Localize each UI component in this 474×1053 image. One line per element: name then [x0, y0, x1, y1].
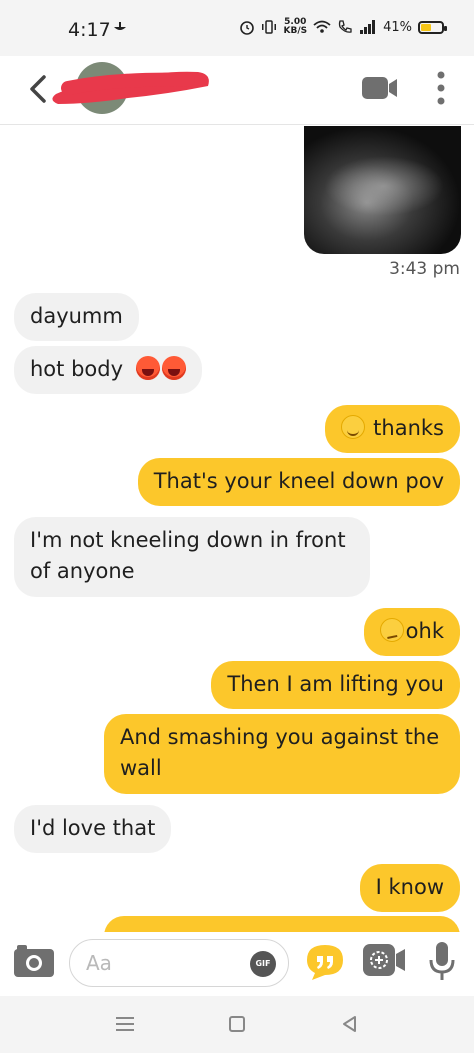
camera-icon[interactable]: [13, 942, 55, 978]
message-text: dayumm: [30, 304, 123, 328]
outgoing-message: That's your kneel down pov: [137, 458, 460, 506]
message-text: I know: [375, 875, 444, 899]
message-text: I'm not kneeling down in front: [30, 528, 346, 552]
outgoing-message: thanks: [325, 405, 460, 453]
incoming-message: I'm not kneeling down in front of anyone: [14, 517, 370, 597]
wifi-icon: [313, 20, 331, 33]
message-text: thanks: [373, 416, 444, 440]
hot-face-icon: [161, 356, 186, 380]
recent-apps-icon[interactable]: [116, 1016, 134, 1032]
vibrate-icon: [262, 20, 277, 34]
message-text: That's your kneel down pov: [153, 469, 444, 493]
back-nav-icon[interactable]: [341, 1015, 357, 1033]
more-options-icon[interactable]: [434, 70, 448, 106]
status-bar: 4:17 5.00 KB/S 41%: [0, 0, 474, 56]
message-input[interactable]: Aa GIF: [69, 939, 289, 987]
message-timestamp: 3:43 pm: [389, 259, 460, 279]
notification-icon: [114, 22, 126, 30]
video-message-icon[interactable]: [362, 942, 406, 978]
microphone-icon[interactable]: [428, 940, 456, 982]
hot-face-icon: [135, 356, 160, 380]
smirk-face-icon: [379, 618, 404, 642]
outgoing-message: Then I am lifting you: [211, 661, 460, 709]
message-text: Then I am lifting you: [227, 672, 444, 696]
message-composer: Aa GIF: [0, 932, 474, 996]
outgoing-message: I know: [359, 864, 460, 912]
message-text: I'd love that: [30, 816, 156, 840]
incoming-message: dayumm: [14, 293, 139, 341]
chat-header: [0, 56, 474, 125]
battery-percent: 41%: [383, 19, 412, 35]
network-speed-unit: KB/S: [283, 26, 308, 36]
outgoing-message: ohk: [363, 608, 460, 656]
message-text: ohk: [405, 619, 444, 643]
quote-icon[interactable]: [304, 942, 346, 982]
message-text: of anyone: [30, 559, 135, 583]
relieved-face-icon: [341, 415, 366, 439]
battery-icon: [418, 20, 447, 34]
status-time: 4:17: [68, 19, 111, 41]
redaction-mark: [52, 71, 209, 104]
gif-icon[interactable]: GIF: [250, 951, 276, 977]
network-speed: 5.00 KB/S: [283, 18, 307, 36]
call-icon: [338, 20, 352, 33]
alarm-icon: [240, 21, 255, 35]
message-text: hot body: [30, 357, 124, 381]
outgoing-message: And smashing you against the wall: [104, 714, 460, 794]
signal-icon: [360, 20, 376, 34]
home-icon[interactable]: [229, 1016, 245, 1032]
back-icon[interactable]: [26, 71, 50, 107]
message-input-placeholder: Aa: [86, 951, 112, 975]
incoming-message: hot body: [14, 346, 202, 394]
system-navigation-bar: [0, 996, 474, 1053]
incoming-message: I'd love that: [14, 805, 172, 853]
message-text: And smashing you against the: [120, 725, 440, 749]
message-text: wall: [120, 756, 162, 780]
video-call-icon[interactable]: [362, 77, 398, 99]
shared-photo[interactable]: [304, 126, 461, 254]
